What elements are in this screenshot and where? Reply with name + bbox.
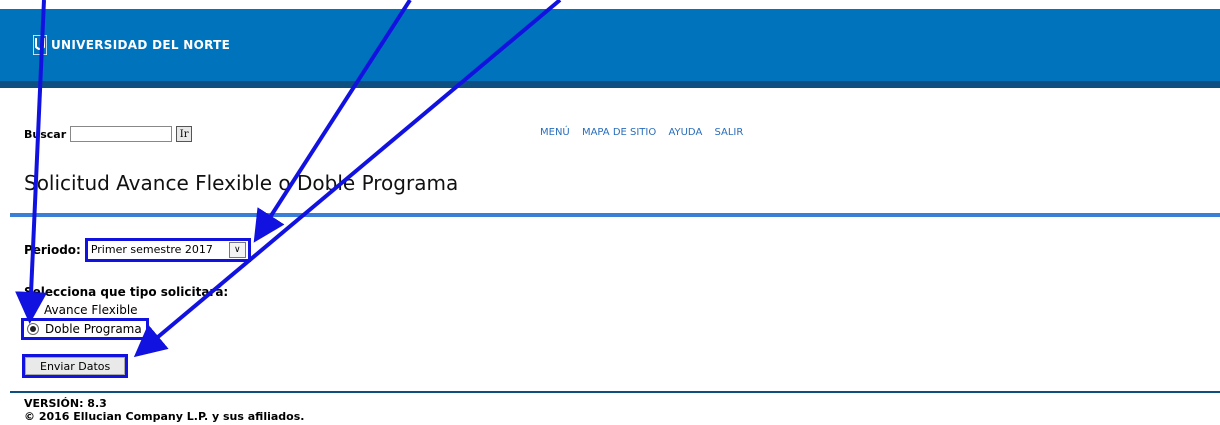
nav-help-link[interactable]: AYUDA <box>668 127 702 138</box>
header-bottom-band <box>0 81 1220 88</box>
brand-name: UNIVERSIDAD DEL NORTE <box>51 38 231 52</box>
nav-menu-link[interactable]: MENÚ <box>540 127 570 138</box>
nav-site-map-link[interactable]: MAPA DE SITIO <box>582 127 656 138</box>
option-avance-flexible-label: Avance Flexible <box>44 303 138 317</box>
periodo-select[interactable]: Primer semestre 2017 ∨ <box>84 238 251 262</box>
search-form: Buscar Ir <box>24 126 193 142</box>
search-input[interactable] <box>70 126 173 142</box>
periodo-label: Periodo: <box>24 243 81 257</box>
version-text: VERSIÓN: 8.3 <box>24 397 107 410</box>
radio-doble-programa[interactable] <box>27 323 39 335</box>
top-navigation: MENÚ MAPA DE SITIO AYUDA SALIR <box>540 127 752 138</box>
submit-highlight: Enviar Datos <box>22 354 129 378</box>
option-avance-flexible[interactable]: Avance Flexible <box>26 303 138 317</box>
page-title: Solicitud Avance Flexible o Doble Progra… <box>24 171 459 195</box>
university-logo-icon <box>33 35 47 55</box>
brand-logo[interactable]: UNIVERSIDAD DEL NORTE <box>33 35 230 55</box>
search-label: Buscar <box>24 127 67 141</box>
periodo-selected-value: Primer semestre 2017 <box>90 243 213 256</box>
periodo-row: Periodo: Primer semestre 2017 ∨ <box>24 238 251 262</box>
footer: VERSIÓN: 8.3 © 2016 Ellucian Company L.P… <box>24 397 304 423</box>
top-strip <box>0 0 1220 9</box>
nav-exit-link[interactable]: SALIR <box>714 127 743 138</box>
option-doble-programa-label: Doble Programa <box>45 322 142 336</box>
tipo-heading: Selecciona que tipo solicitará: <box>24 285 229 299</box>
option-doble-programa[interactable]: Doble Programa <box>21 318 149 340</box>
footer-divider <box>10 391 1220 393</box>
submit-button[interactable]: Enviar Datos <box>25 357 126 375</box>
copyright-text: © 2016 Ellucian Company L.P. y sus afili… <box>24 410 305 423</box>
search-go-button[interactable]: Ir <box>176 126 193 142</box>
title-divider <box>10 213 1220 217</box>
chevron-down-icon[interactable]: ∨ <box>228 242 246 258</box>
